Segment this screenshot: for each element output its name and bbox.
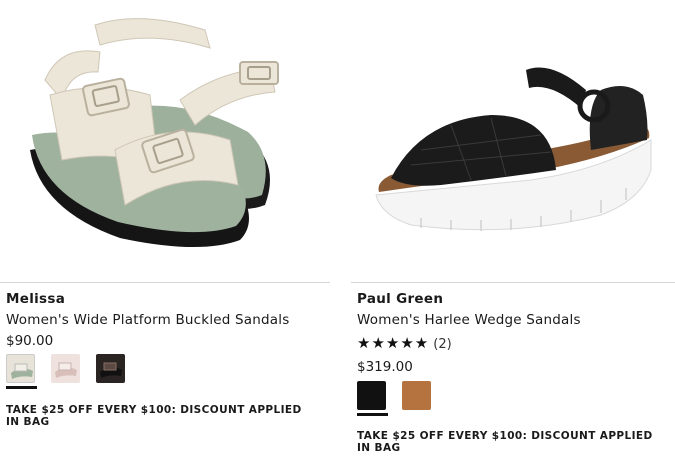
color-swatches bbox=[6, 354, 125, 383]
sandal-thumb-icon bbox=[100, 362, 122, 378]
star-rating-icon: ★★★★★ bbox=[357, 334, 430, 352]
promo-text: TAKE $25 OFF EVERY $100: DISCOUNT APPLIE… bbox=[357, 430, 653, 454]
product-name[interactable]: Women's Harlee Wedge Sandals bbox=[357, 312, 581, 328]
product-image-melissa[interactable] bbox=[0, 0, 330, 265]
swatch-black-print[interactable] bbox=[96, 354, 125, 383]
sandal-thumb-icon bbox=[11, 363, 33, 379]
swatch-tan[interactable] bbox=[402, 381, 431, 410]
product-name[interactable]: Women's Wide Platform Buckled Sandals bbox=[6, 312, 289, 328]
platform-sandals-illustration bbox=[30, 18, 279, 248]
product-card-melissa[interactable]: Melissa Women's Wide Platform Buckled Sa… bbox=[0, 0, 330, 463]
product-price: $90.00 bbox=[6, 333, 54, 349]
product-price: $319.00 bbox=[357, 359, 413, 375]
promo-text: TAKE $25 OFF EVERY $100: DISCOUNT APPLIE… bbox=[6, 404, 302, 428]
review-count: (2) bbox=[433, 337, 452, 352]
divider bbox=[0, 282, 330, 283]
product-image-paul-green[interactable] bbox=[351, 0, 675, 265]
product-brand[interactable]: Paul Green bbox=[357, 291, 443, 307]
color-swatches bbox=[357, 381, 431, 410]
sandal-thumb-icon bbox=[55, 362, 77, 378]
rating[interactable]: ★★★★★ (2) bbox=[357, 334, 452, 352]
selected-swatch-indicator bbox=[6, 386, 37, 389]
product-card-paul-green[interactable]: Paul Green Women's Harlee Wedge Sandals … bbox=[351, 0, 675, 463]
product-brand[interactable]: Melissa bbox=[6, 291, 65, 307]
swatch-pink[interactable] bbox=[51, 354, 80, 383]
wedge-sandal-illustration bbox=[375, 67, 652, 231]
divider bbox=[351, 282, 675, 283]
swatch-black[interactable] bbox=[357, 381, 386, 410]
selected-swatch-indicator bbox=[357, 413, 388, 416]
swatch-white-sage[interactable] bbox=[6, 354, 35, 383]
